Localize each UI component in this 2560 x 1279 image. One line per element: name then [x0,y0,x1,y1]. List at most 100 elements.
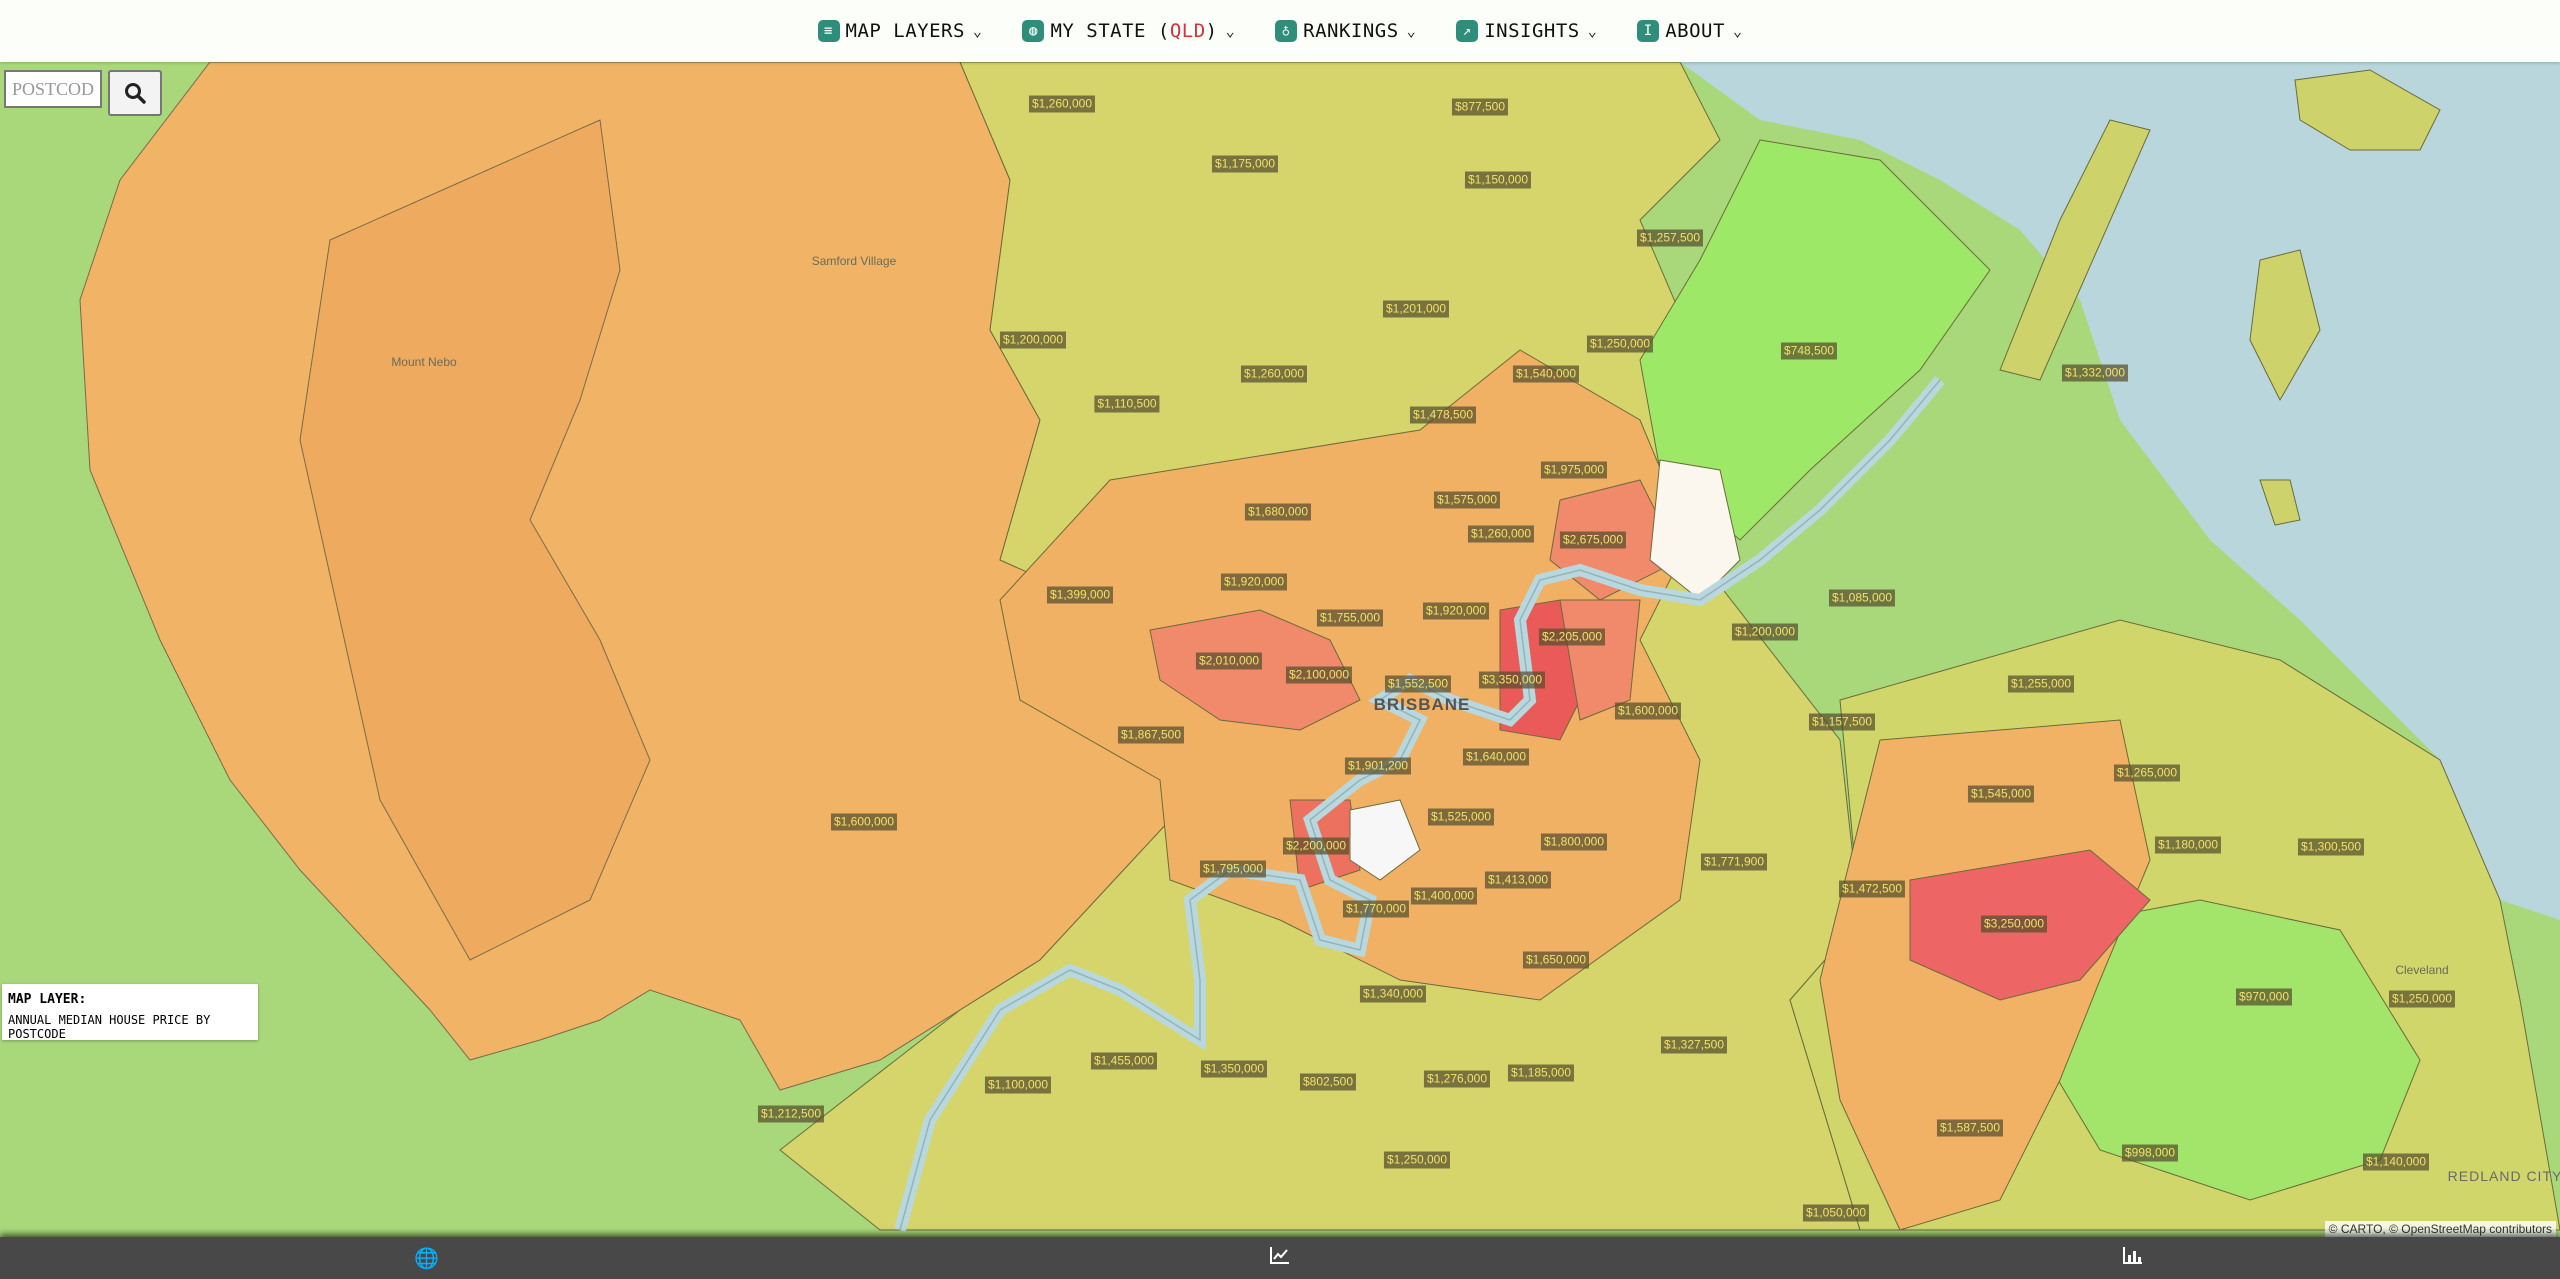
postcode-input[interactable] [4,70,102,108]
price-label[interactable]: $1,276,000 [1423,1070,1491,1088]
map-layer-value: ANNUAL MEDIAN HOUSE PRICE BY POSTCODE [8,1013,211,1041]
price-label[interactable]: $1,650,000 [1522,951,1590,969]
search-button[interactable] [108,70,162,116]
price-label[interactable]: $1,755,000 [1316,609,1384,627]
price-label[interactable]: $1,413,000 [1484,871,1552,889]
place-redland-city: REDLAND CITY [2447,1168,2560,1184]
price-label[interactable]: $1,478,500 [1409,406,1477,424]
nav-map-layers[interactable]: ≡ MAP LAYERS ⌄ [817,20,983,42]
price-label[interactable]: $1,180,000 [2154,836,2222,854]
price-label[interactable]: $1,260,000 [1240,365,1308,383]
price-label[interactable]: $1,200,000 [999,331,1067,349]
globe-icon[interactable]: 🌐 [397,1246,457,1271]
price-label[interactable]: $2,200,000 [1282,837,1350,855]
nav-insights-label: INSIGHTS [1484,20,1580,42]
nav-insights[interactable]: ↗ INSIGHTS ⌄ [1456,20,1597,42]
price-label[interactable]: $1,540,000 [1512,365,1580,383]
price-label[interactable]: $1,600,000 [1614,702,1682,720]
bar-chart-icon[interactable] [2103,1246,2163,1270]
price-label[interactable]: $1,300,500 [2297,838,2365,856]
price-label[interactable]: $1,920,000 [1220,573,1288,591]
price-label[interactable]: $1,587,500 [1936,1119,2004,1137]
price-label[interactable]: $1,455,000 [1090,1052,1158,1070]
search-icon [125,83,146,104]
price-label[interactable]: $1,212,500 [757,1105,825,1123]
chevron-down-icon: ⌄ [1406,22,1417,40]
price-label[interactable]: $970,000 [2235,988,2293,1006]
price-label[interactable]: $877,500 [1451,98,1509,116]
globe-icon: ◍ [1022,20,1045,42]
bottom-bar: 🌐 [0,1237,2560,1279]
chevron-down-icon: ⌄ [1732,22,1743,40]
price-label[interactable]: $2,010,000 [1195,652,1263,670]
price-label[interactable]: $1,201,000 [1382,300,1450,318]
price-label[interactable]: $1,400,000 [1410,887,1478,905]
price-label[interactable]: $998,000 [2121,1144,2179,1162]
price-label[interactable]: $1,770,000 [1342,900,1410,918]
price-label[interactable]: $1,175,000 [1211,155,1279,173]
nav-my-state-label: MY STATE ( [1050,20,1170,42]
price-label[interactable]: $1,680,000 [1244,503,1312,521]
medal-icon: ♁ [1275,20,1298,42]
price-label[interactable]: $1,250,000 [1586,335,1654,353]
price-label[interactable]: $1,350,000 [1200,1060,1268,1078]
price-label[interactable]: $1,265,000 [2113,764,2181,782]
price-label[interactable]: $1,552,500 [1384,675,1452,693]
price-label[interactable]: $1,200,000 [1731,623,1799,641]
price-label[interactable]: $1,920,000 [1422,602,1490,620]
nav-state-abbr: QLD [1169,20,1206,42]
map-canvas[interactable] [0,0,2560,1279]
price-label[interactable]: $1,050,000 [1802,1204,1870,1222]
price-label[interactable]: $1,472,500 [1838,880,1906,898]
price-label[interactable]: $1,110,500 [1094,395,1160,413]
price-label[interactable]: $748,500 [1780,342,1838,360]
price-label[interactable]: $3,350,000 [1478,671,1546,689]
price-label[interactable]: $3,250,000 [1980,915,2048,933]
nav-my-state[interactable]: ◍ MY STATE (QLD) ⌄ [1022,20,1235,42]
price-label[interactable]: $1,975,000 [1540,461,1608,479]
chevron-down-icon: ⌄ [972,22,983,40]
price-label[interactable]: $1,185,000 [1507,1064,1575,1082]
price-label[interactable]: $1,085,000 [1828,589,1896,607]
price-label[interactable]: $1,150,000 [1464,171,1532,189]
price-label[interactable]: $1,260,000 [1467,525,1535,543]
price-label[interactable]: $1,800,000 [1540,833,1608,851]
price-label[interactable]: $1,332,000 [2061,364,2129,382]
nav-rankings-label: RANKINGS [1303,20,1399,42]
price-label[interactable]: $1,140,000 [2362,1153,2430,1171]
price-label[interactable]: $1,640,000 [1462,748,1530,766]
price-label[interactable]: $1,600,000 [830,813,898,831]
price-label[interactable]: $2,205,000 [1538,628,1606,646]
price-label[interactable]: $1,795,000 [1199,860,1267,878]
line-chart-icon[interactable] [1250,1246,1310,1270]
price-label[interactable]: $802,500 [1299,1073,1357,1091]
map-attribution[interactable]: © CARTO, © OpenStreetMap contributors [2324,1221,2556,1237]
price-label[interactable]: $1,901,200 [1344,757,1412,775]
price-label[interactable]: $1,100,000 [984,1076,1052,1094]
price-label[interactable]: $1,771,900 [1700,853,1768,871]
map-layer-box: MAP LAYER: ANNUAL MEDIAN HOUSE PRICE BY … [2,984,258,1041]
price-label[interactable]: $1,399,000 [1046,586,1114,604]
nav-about[interactable]: i ABOUT ⌄ [1637,20,1742,42]
map[interactable]: Samford Village Mount Nebo BRISBANE Clev… [0,0,2560,1279]
nav-my-state-suffix: ) [1205,20,1218,42]
price-label[interactable]: $1,250,000 [1383,1151,1451,1169]
price-label[interactable]: $1,545,000 [1967,785,2035,803]
price-label[interactable]: $2,100,000 [1285,666,1353,684]
price-label[interactable]: $1,255,000 [2007,675,2075,693]
price-label[interactable]: $1,257,500 [1636,229,1704,247]
chevron-down-icon: ⌄ [1225,22,1236,40]
price-label[interactable]: $2,675,000 [1559,531,1627,549]
price-label[interactable]: $1,250,000 [2388,990,2456,1008]
price-label[interactable]: $1,157,500 [1808,713,1876,731]
price-label[interactable]: $1,575,000 [1433,491,1501,509]
price-label[interactable]: $1,867,500 [1117,726,1185,744]
place-samford: Samford Village [811,254,897,268]
price-label[interactable]: $1,340,000 [1359,985,1427,1003]
layers-icon: ≡ [817,20,840,42]
price-label[interactable]: $1,525,000 [1427,808,1495,826]
chevron-down-icon: ⌄ [1587,22,1598,40]
nav-rankings[interactable]: ♁ RANKINGS ⌄ [1275,20,1416,42]
price-label[interactable]: $1,327,500 [1660,1036,1728,1054]
price-label[interactable]: $1,260,000 [1028,95,1096,113]
